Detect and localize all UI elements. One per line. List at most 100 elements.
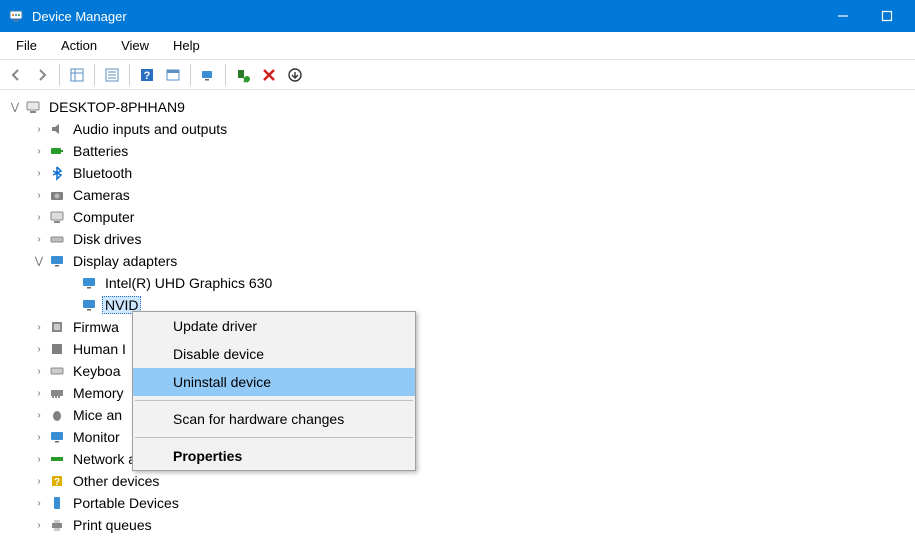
tree-item-intel-graphics[interactable]: Intel(R) UHD Graphics 630 [4,272,911,294]
tree-label: Bluetooth [70,164,135,182]
context-menu: Update driver Disable device Uninstall d… [132,311,416,471]
battery-icon [48,142,66,160]
tree-label: Portable Devices [70,494,182,512]
chevron-right-icon[interactable]: › [32,124,46,135]
tree-root[interactable]: ⋁ DESKTOP-8PHHAN9 [4,96,911,118]
tree-label: Human I [70,340,129,358]
action-button[interactable] [161,63,185,87]
chevron-right-icon[interactable]: › [32,388,46,399]
context-disable-device[interactable]: Disable device [133,340,415,368]
tree-item-disk[interactable]: › Disk drives [4,228,911,250]
enable-device-button[interactable] [231,63,255,87]
tree-item-batteries[interactable]: › Batteries [4,140,911,162]
toolbar-separator [225,64,226,86]
chevron-right-icon[interactable]: › [32,454,46,465]
unknown-device-icon: ? [48,472,66,490]
svg-text:?: ? [144,70,151,82]
tree-label: Audio inputs and outputs [70,120,230,138]
toolbar-separator [190,64,191,86]
forward-button[interactable] [30,63,54,87]
display-icon [80,296,98,314]
chevron-right-icon[interactable]: › [32,146,46,157]
chevron-right-icon[interactable]: › [32,366,46,377]
tree-label: Cameras [70,186,133,204]
keyboard-icon [48,362,66,380]
printer-icon [48,516,66,534]
tree-item-audio[interactable]: › Audio inputs and outputs [4,118,911,140]
menu-file[interactable]: File [4,34,49,57]
speaker-icon [48,120,66,138]
chevron-right-icon[interactable]: › [32,476,46,487]
chevron-right-icon[interactable]: › [32,410,46,421]
computer-icon [24,98,42,116]
titlebar: Device Manager [0,0,915,32]
chevron-right-icon[interactable]: › [32,520,46,531]
tree-label: Firmwa [70,318,122,336]
tree-item-other[interactable]: › ? Other devices [4,470,911,492]
show-hide-tree-button[interactable] [65,63,89,87]
chevron-right-icon[interactable]: › [32,190,46,201]
scan-hardware-button[interactable] [196,63,220,87]
chevron-down-icon[interactable]: ⋁ [32,256,46,267]
tree-item-bluetooth[interactable]: › Bluetooth [4,162,911,184]
tree-label: Batteries [70,142,131,160]
chevron-down-icon[interactable]: ⋁ [8,102,22,113]
hid-icon [48,340,66,358]
window-controls [835,8,907,24]
mouse-icon [48,406,66,424]
menu-help[interactable]: Help [161,34,212,57]
context-properties[interactable]: Properties [133,442,415,470]
chevron-right-icon[interactable]: › [32,322,46,333]
tree-label: Computer [70,208,137,226]
tree-label: Keyboa [70,362,123,380]
chevron-right-icon[interactable]: › [32,498,46,509]
context-separator [135,400,413,401]
tree-item-computer[interactable]: › Computer [4,206,911,228]
menubar: File Action View Help [0,32,915,60]
portable-device-icon [48,494,66,512]
help-button[interactable]: ? [135,63,159,87]
context-scan-hardware[interactable]: Scan for hardware changes [133,405,415,433]
maximize-button[interactable] [879,8,895,24]
tree-label: Mice an [70,406,125,424]
disk-icon [48,230,66,248]
network-icon [48,450,66,468]
menu-action[interactable]: Action [49,34,109,57]
tree-label: DESKTOP-8PHHAN9 [46,98,188,116]
tree-item-portable[interactable]: › Portable Devices [4,492,911,514]
tree-label: Memory [70,384,127,402]
chevron-right-icon[interactable]: › [32,344,46,355]
toolbar-separator [94,64,95,86]
disable-device-button[interactable] [257,63,281,87]
toolbar-separator [129,64,130,86]
properties-button[interactable] [100,63,124,87]
context-uninstall-device[interactable]: Uninstall device [133,368,415,396]
tree-label: Print queues [70,516,155,534]
toolbar-separator [59,64,60,86]
tree-item-print[interactable]: › Print queues [4,514,911,536]
chevron-right-icon[interactable]: › [32,234,46,245]
chevron-right-icon[interactable]: › [32,168,46,179]
tree-item-cameras[interactable]: › Cameras [4,184,911,206]
context-separator [135,437,413,438]
chevron-right-icon[interactable]: › [32,432,46,443]
tree-label: Intel(R) UHD Graphics 630 [102,274,275,292]
toolbar: ? [0,60,915,90]
firmware-icon [48,318,66,336]
camera-icon [48,186,66,204]
bluetooth-icon [48,164,66,182]
display-icon [48,252,66,270]
tree-label: Disk drives [70,230,144,248]
computer-icon [48,208,66,226]
svg-text:?: ? [54,477,60,488]
tree-label: Monitor [70,428,123,446]
display-icon [80,274,98,292]
context-update-driver[interactable]: Update driver [133,312,415,340]
menu-view[interactable]: View [109,34,161,57]
update-driver-button[interactable] [283,63,307,87]
chevron-right-icon[interactable]: › [32,212,46,223]
monitor-icon [48,428,66,446]
back-button[interactable] [4,63,28,87]
minimize-button[interactable] [835,8,851,24]
tree-item-display[interactable]: ⋁ Display adapters [4,250,911,272]
